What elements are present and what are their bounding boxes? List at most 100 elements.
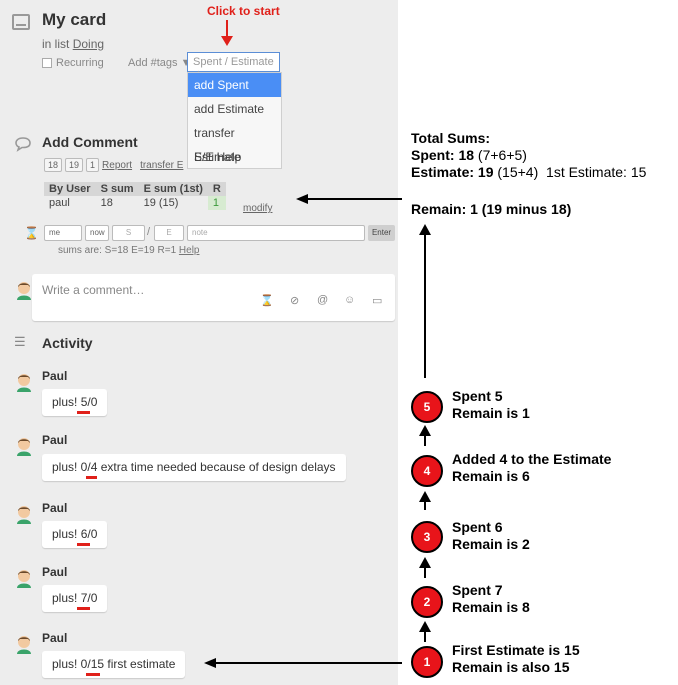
value-underline (86, 673, 100, 676)
list-link[interactable]: Doing (73, 37, 104, 51)
user-input[interactable]: me (44, 225, 82, 241)
attachment-icon[interactable]: ⊘ (290, 294, 299, 307)
header-s-sum: S sum (95, 182, 139, 196)
value-underline (77, 607, 90, 610)
activity-icon: ☰ (14, 334, 26, 349)
step-line2: Remain is also 15 (452, 659, 570, 675)
cell-e-sum: 19 (15) (138, 196, 208, 210)
step-arrow-head (419, 621, 431, 632)
emoji-icon[interactable]: ☺ (344, 294, 355, 306)
activity-user[interactable]: Paul (42, 501, 67, 515)
add-tags-button[interactable]: Add #tags ▼ (128, 57, 191, 69)
step-note-5: Spent 5 Remain is 1 (452, 388, 530, 422)
sums-line: sums are: S=18 E=19 R=1 Help (58, 245, 199, 256)
modify-link[interactable]: modify (243, 203, 272, 214)
activity-prefix: plus! 0/ (52, 460, 91, 474)
activity-suffix: first estimate (104, 657, 176, 671)
spent-input[interactable]: S (112, 225, 145, 241)
step-line1: Spent 6 (452, 519, 503, 535)
step-badge-5: 5 (411, 391, 443, 423)
avatar (17, 374, 31, 392)
comment-input[interactable]: Write a comment… ⌛ ⊘ @ ☺ ▭ (32, 274, 395, 321)
arrow-to-table-head (296, 194, 308, 204)
recurring-checkbox[interactable] (42, 58, 52, 68)
step-line2: Remain is 2 (452, 536, 530, 552)
value-underline (77, 411, 90, 414)
first-estimate-note: 1st Estimate: 15 (546, 164, 647, 180)
transfer-estimate-link[interactable]: transfer E (140, 160, 183, 171)
remain-badge[interactable]: 1 (86, 158, 100, 172)
dropdown-item-se-help[interactable]: S/E Help (188, 145, 281, 169)
step-line1: First Estimate is 15 (452, 642, 580, 658)
total-sums-note: Total Sums: Spent: 18 (7+6+5) Estimate: … (411, 130, 646, 181)
step-line2: Remain is 6 (452, 468, 530, 484)
step-badge-4: 4 (411, 455, 443, 487)
recurring-label: Recurring (56, 57, 104, 69)
click-to-start-annotation: Click to start (207, 4, 280, 18)
step-line2: Remain is 8 (452, 599, 530, 615)
avatar (17, 282, 31, 300)
activity-user[interactable]: Paul (42, 631, 67, 645)
activity-suffix: extra time needed because of design dela… (97, 460, 336, 474)
note-input[interactable]: note (187, 225, 365, 241)
arrow-to-table (306, 198, 402, 200)
card-icon (12, 14, 30, 30)
header-by-user: By User (44, 182, 96, 196)
comment-placeholder: Write a comment… (42, 283, 145, 297)
activity-prefix: plus! (52, 527, 81, 541)
arrow-to-remain-head (419, 224, 431, 235)
sums-by-user-table: By User S sum E sum (1st) R paul 18 19 (… (44, 182, 226, 210)
activity-user[interactable]: Paul (42, 433, 67, 447)
help-link[interactable]: Help (179, 245, 200, 256)
activity-prefix: plus! (52, 395, 81, 409)
activity-value: 15 (90, 657, 105, 671)
hourglass-icon: ⌛ (24, 226, 39, 240)
spent-estimate-select[interactable]: Spent / Estimate ▲ (187, 52, 280, 80)
activity-prefix: plus! 0/ (52, 657, 91, 671)
spent-estimate-dropdown: add Spent add Estimate transfer Estimate… (187, 72, 282, 169)
activity-user[interactable]: Paul (42, 565, 67, 579)
card-title[interactable]: My card (42, 10, 106, 30)
card-icon[interactable]: ▭ (372, 294, 382, 307)
enter-button[interactable]: Enter (368, 225, 395, 241)
value-underline (86, 476, 97, 479)
recurring-checkbox-row[interactable]: Recurring (42, 57, 104, 69)
step-line1: Spent 5 (452, 388, 503, 404)
step-arrow-head (419, 491, 431, 502)
totals-title: Total Sums: (411, 130, 491, 146)
avatar (17, 636, 31, 654)
estimate-input[interactable]: E (154, 225, 184, 241)
step-arrow-head (419, 425, 431, 436)
activity-user[interactable]: Paul (42, 369, 67, 383)
estimate-badge[interactable]: 19 (65, 158, 84, 172)
cell-user: paul (44, 196, 96, 210)
table-row: paul 18 19 (15) 1 (44, 196, 226, 210)
activity-value: 5/0 (80, 395, 98, 409)
estimate-label: Estimate: (411, 164, 475, 180)
remain-note: Remain: 1 (19 minus 18) (411, 201, 572, 217)
sums-table-header: By User S sum E sum (1st) R (44, 182, 226, 196)
header-e-sum: E sum (1st) (138, 182, 208, 196)
step-note-4: Added 4 to the Estimate Remain is 6 (452, 451, 611, 485)
se-badge-row: 18 19 1 Report transfer E (44, 158, 191, 172)
activity-value: 7/0 (80, 591, 98, 605)
step-note-1: First Estimate is 15 Remain is also 15 (452, 642, 580, 676)
arrow-to-first-estimate (214, 662, 402, 664)
slash-separator: / (147, 226, 151, 238)
avatar (17, 438, 31, 456)
dropdown-item-add-spent[interactable]: add Spent (188, 73, 281, 97)
step-note-3: Spent 6 Remain is 2 (452, 519, 530, 553)
step-badge-2: 2 (411, 586, 443, 618)
header-r: R (207, 182, 226, 196)
arrow-to-first-estimate-head (204, 658, 216, 668)
spent-badge[interactable]: 18 (44, 158, 63, 172)
add-comment-title: Add Comment (42, 134, 138, 150)
dropdown-item-transfer-estimate[interactable]: transfer Estimate (188, 121, 281, 164)
hourglass-icon[interactable]: ⌛ (260, 294, 274, 307)
dropdown-item-add-estimate[interactable]: add Estimate (188, 97, 281, 121)
report-link[interactable]: Report (102, 160, 132, 171)
mention-icon[interactable]: @ (317, 294, 328, 306)
date-input[interactable]: now (85, 225, 109, 241)
arrow-to-remain (424, 234, 426, 378)
cell-r: 1 (207, 196, 226, 210)
